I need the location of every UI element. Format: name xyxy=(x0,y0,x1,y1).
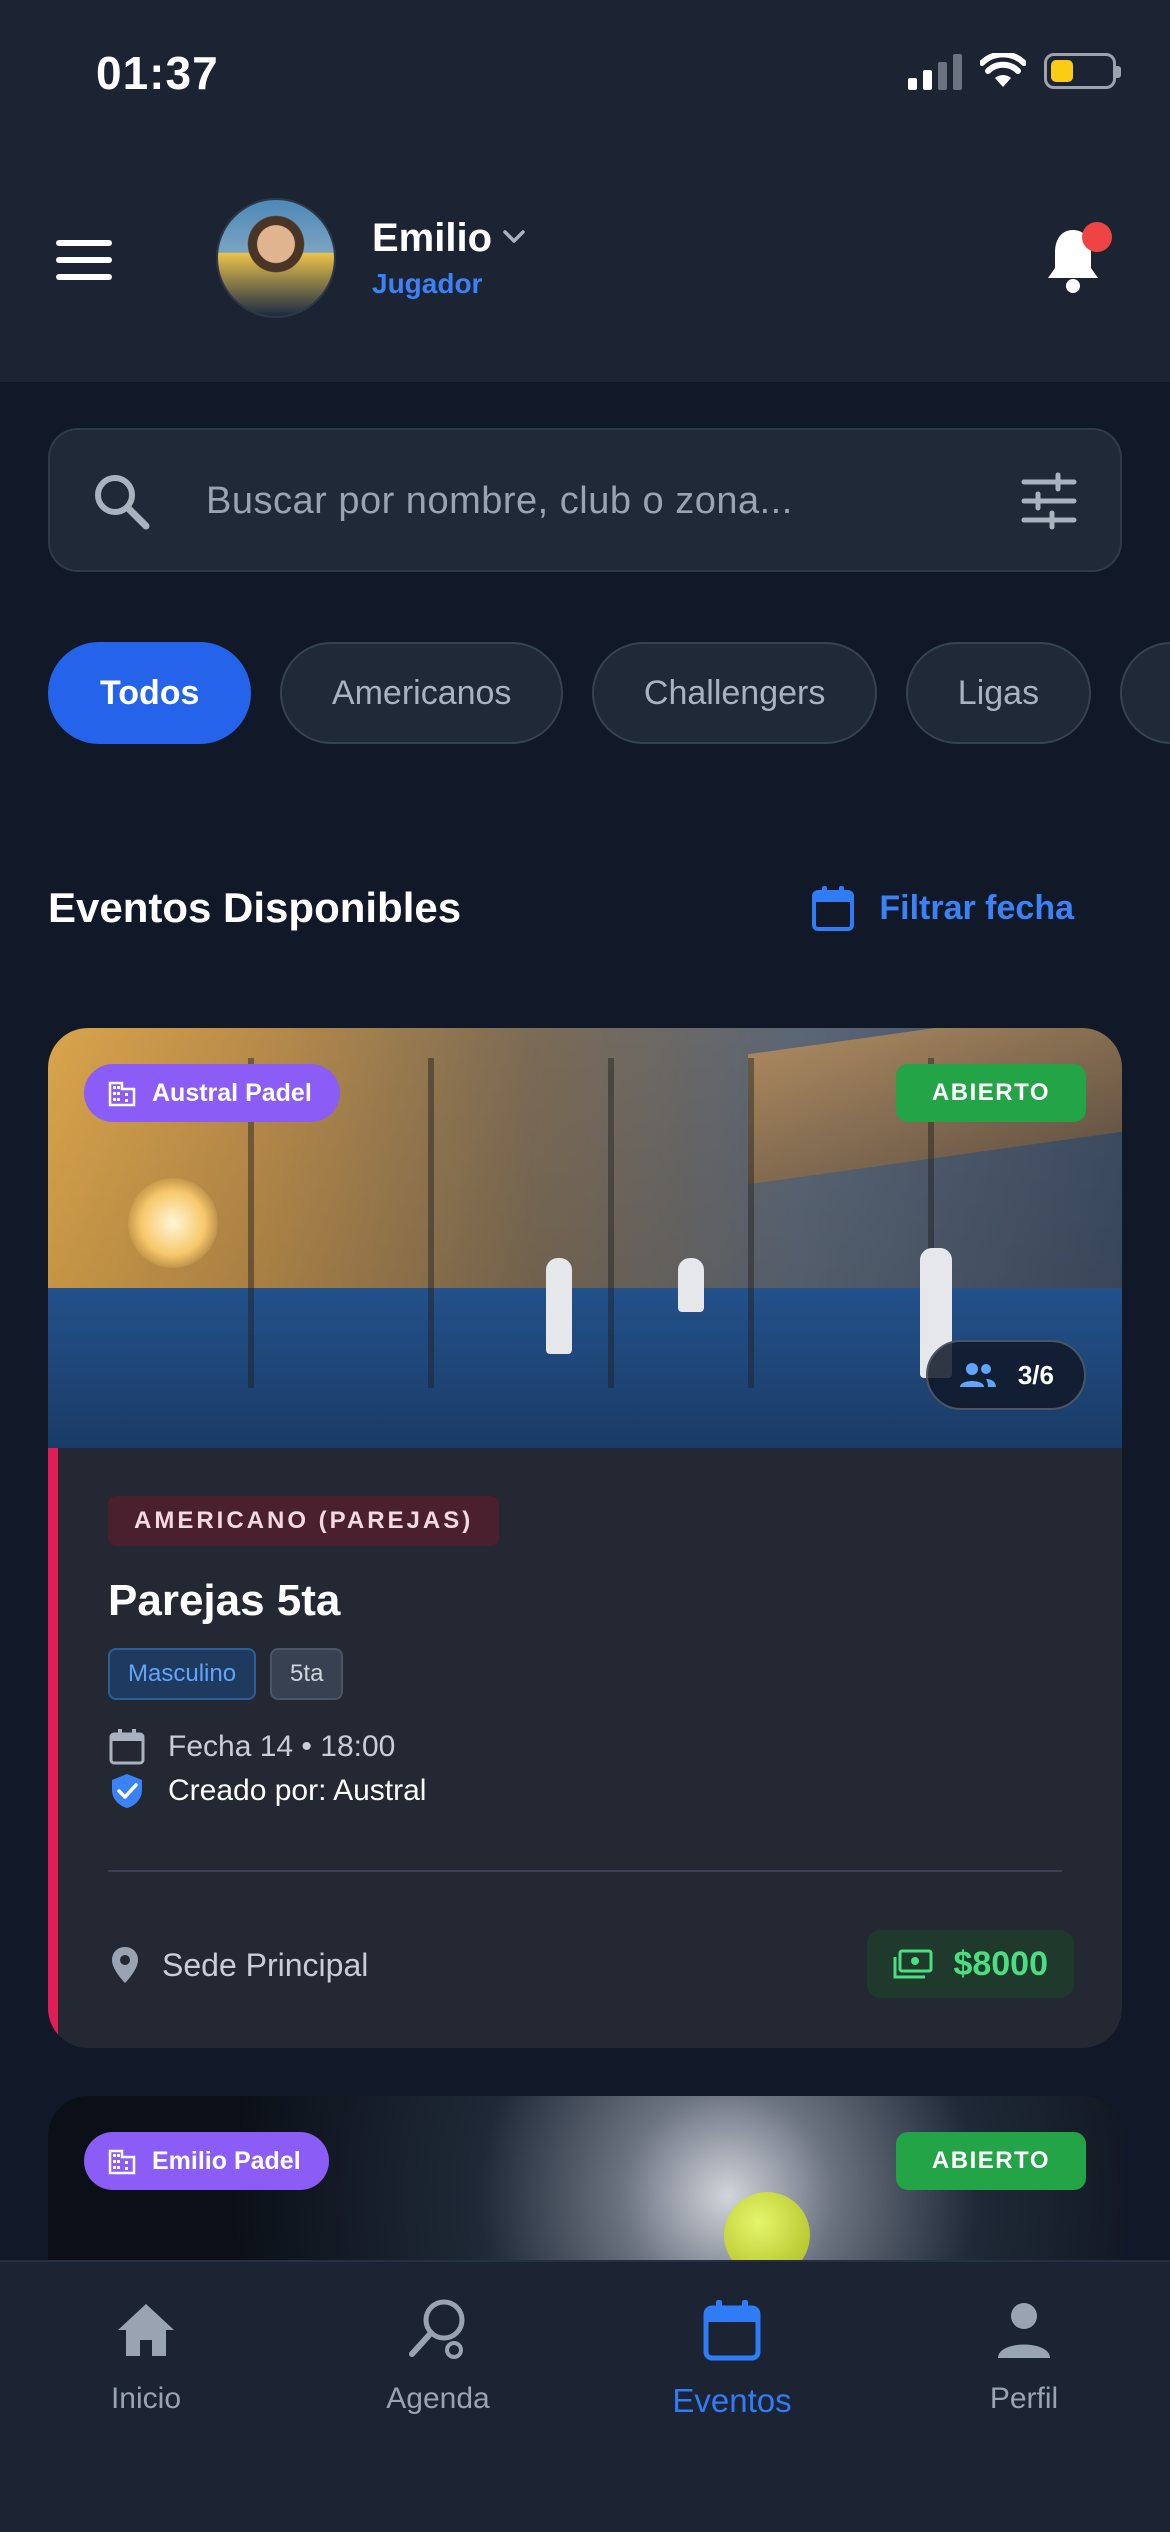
user-role: Jugador xyxy=(372,268,483,299)
filter-date-button[interactable]: Filtrar fecha xyxy=(811,884,1074,932)
app-header: Emilio Jugador xyxy=(0,150,1170,382)
level-tag: 5ta xyxy=(270,1648,344,1700)
club-badge: Austral Padel xyxy=(84,1064,340,1122)
racket-icon xyxy=(409,2299,465,2359)
calendar-icon xyxy=(109,1729,145,1765)
filter-settings-icon[interactable] xyxy=(1018,470,1080,532)
event-card[interactable]: Austral Padel ABIERTO 3/6 AMERICANO (PAR… xyxy=(48,1028,1122,2048)
home-icon xyxy=(118,2304,174,2356)
search-icon xyxy=(95,475,150,530)
building-icon xyxy=(108,2149,136,2175)
slots-count: 3/6 xyxy=(1017,1359,1054,1390)
chip-americanos[interactable]: Americanos xyxy=(279,642,564,744)
people-icon xyxy=(959,1363,996,1387)
cash-icon xyxy=(893,1949,933,1979)
price-badge: $8000 xyxy=(867,1930,1074,1998)
event-date: Fecha 14 • 18:00 xyxy=(168,1730,396,1763)
user-name[interactable]: Emilio xyxy=(372,216,492,261)
slots-badge: 3/6 xyxy=(925,1340,1086,1410)
building-icon xyxy=(108,1081,136,1107)
search-input[interactable]: Buscar por nombre, club o zona... xyxy=(206,480,793,523)
search-bar[interactable]: Buscar por nombre, club o zona... xyxy=(48,428,1122,572)
tab-eventos[interactable]: Eventos xyxy=(622,2298,842,2420)
avatar[interactable] xyxy=(216,198,336,318)
filter-chips: Todos Americanos Challengers Ligas C xyxy=(48,642,1170,744)
tab-agenda[interactable]: Agenda xyxy=(328,2298,548,2416)
club-name: Austral Padel xyxy=(152,1078,312,1107)
status-badge: ABIERTO xyxy=(895,1064,1086,1122)
chip-more[interactable]: C xyxy=(1119,642,1170,744)
tab-perfil[interactable]: Perfil xyxy=(914,2298,1134,2416)
event-creator: Creado por: Austral xyxy=(168,1774,427,1807)
signal-icon xyxy=(908,52,962,90)
user-icon xyxy=(998,2303,1050,2358)
card-divider xyxy=(108,1870,1062,1872)
verified-shield-icon xyxy=(112,1774,142,1808)
club-badge: Emilio Padel xyxy=(84,2132,329,2190)
gender-tag: Masculino xyxy=(108,1648,257,1700)
event-title: Parejas 5ta xyxy=(108,1576,341,1625)
calendar-icon xyxy=(812,886,855,931)
event-tags: Masculino 5ta xyxy=(108,1648,344,1700)
location-pin-icon xyxy=(112,1947,138,1983)
section-title: Eventos Disponibles xyxy=(48,884,462,931)
tab-label: Inicio xyxy=(110,2382,182,2415)
tab-inicio[interactable]: Inicio xyxy=(36,2298,256,2416)
event-location: Sede Principal xyxy=(110,1946,368,1984)
event-creator-row: Creado por: Austral xyxy=(108,1772,426,1810)
chip-todos[interactable]: Todos xyxy=(48,642,252,744)
bottom-tab-bar: Inicio Agenda Eventos Perfil xyxy=(0,2260,1170,2532)
chip-ligas[interactable]: Ligas xyxy=(905,642,1092,744)
notification-dot xyxy=(1082,222,1112,252)
location-name: Sede Principal xyxy=(162,1946,369,1983)
filter-date-label: Filtrar fecha xyxy=(879,888,1074,927)
status-icons xyxy=(908,52,1121,90)
tab-label: Eventos xyxy=(672,2382,792,2419)
wifi-icon xyxy=(980,53,1026,87)
club-name: Emilio Padel xyxy=(152,2146,301,2175)
chevron-down-icon[interactable] xyxy=(500,222,528,250)
calendar-icon xyxy=(703,2300,761,2361)
price-value: $8000 xyxy=(953,1944,1048,1983)
event-type-tag: AMERICANO (PAREJAS) xyxy=(108,1496,500,1546)
status-bar: 01:37 xyxy=(0,0,1170,150)
tab-label: Agenda xyxy=(386,2382,490,2415)
category-stripe xyxy=(48,1448,58,2048)
status-time: 01:37 xyxy=(96,47,219,99)
event-date-row: Fecha 14 • 18:00 xyxy=(108,1728,395,1766)
status-badge: ABIERTO xyxy=(895,2132,1086,2190)
chip-challengers[interactable]: Challengers xyxy=(591,642,878,744)
tab-label: Perfil xyxy=(989,2382,1059,2415)
battery-icon xyxy=(1044,53,1121,89)
menu-icon[interactable] xyxy=(56,240,112,280)
